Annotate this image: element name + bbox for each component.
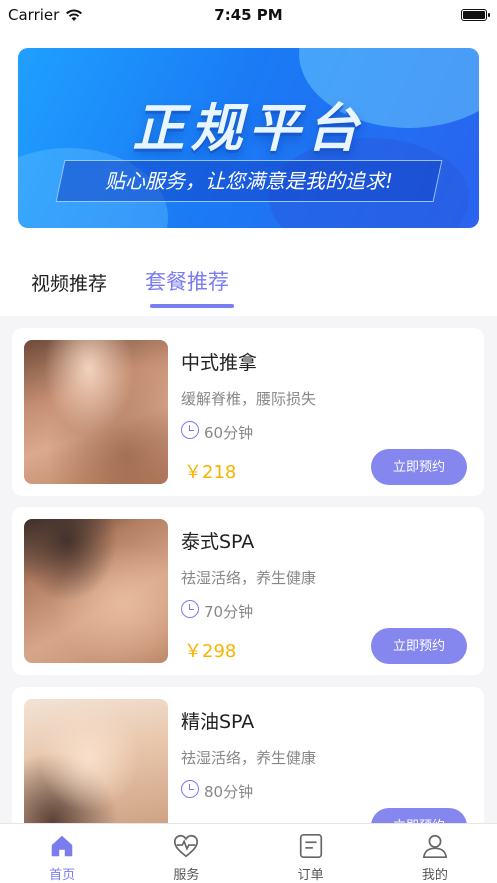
nav-item-service[interactable]: 服务	[124, 824, 248, 883]
app-screen: Carrier 7:45 PM 正规平台 贴心服务，让您满意是我的追求! 视频推…	[0, 0, 497, 883]
package-image	[24, 340, 168, 484]
tab-video-recommend[interactable]: 视频推荐	[31, 269, 107, 296]
package-desc: 缓解脊椎，腰际损失	[181, 390, 317, 408]
package-image	[24, 699, 168, 843]
package-card[interactable]: 中式推拿 缓解脊椎，腰际损失 60分钟 ￥218 立即预约	[12, 328, 484, 496]
package-duration: 70分钟	[204, 603, 254, 621]
clock-icon	[181, 780, 199, 798]
package-price: ￥298	[184, 641, 237, 662]
book-now-button[interactable]: 立即预约	[371, 628, 467, 664]
tab-package-recommend[interactable]: 套餐推荐	[145, 266, 229, 296]
banner-title: 正规平台	[132, 99, 365, 159]
package-name: 泰式SPA	[181, 531, 255, 553]
package-card[interactable]: 泰式SPA 祛湿活络，养生健康 70分钟 ￥298 立即预约	[12, 507, 484, 675]
package-desc: 祛湿活络，养生健康	[181, 569, 317, 587]
package-duration: 80分钟	[204, 783, 254, 801]
nav-item-mine[interactable]: 我的	[373, 824, 497, 883]
wifi-icon	[66, 9, 83, 21]
heart-pulse-icon	[174, 834, 199, 858]
package-name: 精油SPA	[181, 711, 255, 733]
battery-icon	[461, 9, 490, 21]
package-desc: 祛湿活络，养生健康	[181, 749, 317, 767]
order-icon	[299, 833, 322, 859]
package-image	[24, 519, 168, 663]
nav-item-home[interactable]: 首页	[0, 824, 124, 883]
clock-icon	[181, 421, 199, 439]
package-name: 中式推拿	[181, 352, 258, 374]
package-duration: 60分钟	[204, 424, 254, 442]
active-tab-indicator	[150, 304, 234, 308]
book-now-button[interactable]: 立即预约	[371, 449, 467, 485]
nav-label-orders: 订单	[297, 868, 324, 883]
recommend-tabs: 视频推荐 套餐推荐	[0, 258, 497, 314]
nav-label-service: 服务	[173, 868, 200, 883]
carrier-label: Carrier	[8, 6, 60, 24]
user-icon	[422, 834, 448, 859]
banner-subtitle: 贴心服务，让您满意是我的追求!	[104, 169, 394, 193]
nav-item-orders[interactable]: 订单	[249, 824, 373, 883]
clock-icon	[181, 600, 199, 618]
promo-banner[interactable]: 正规平台 贴心服务，让您满意是我的追求!	[18, 48, 479, 228]
package-price: ￥218	[184, 462, 237, 483]
header-area: 正规平台 贴心服务，让您满意是我的追求! 视频推荐 套餐推荐	[0, 30, 497, 316]
status-left: Carrier	[8, 6, 83, 24]
status-bar: Carrier 7:45 PM	[0, 0, 497, 30]
nav-label-home: 首页	[49, 868, 76, 883]
home-icon	[51, 835, 73, 857]
nav-label-mine: 我的	[421, 868, 448, 883]
bottom-nav: 首页 服务 订单 我的	[0, 823, 497, 883]
